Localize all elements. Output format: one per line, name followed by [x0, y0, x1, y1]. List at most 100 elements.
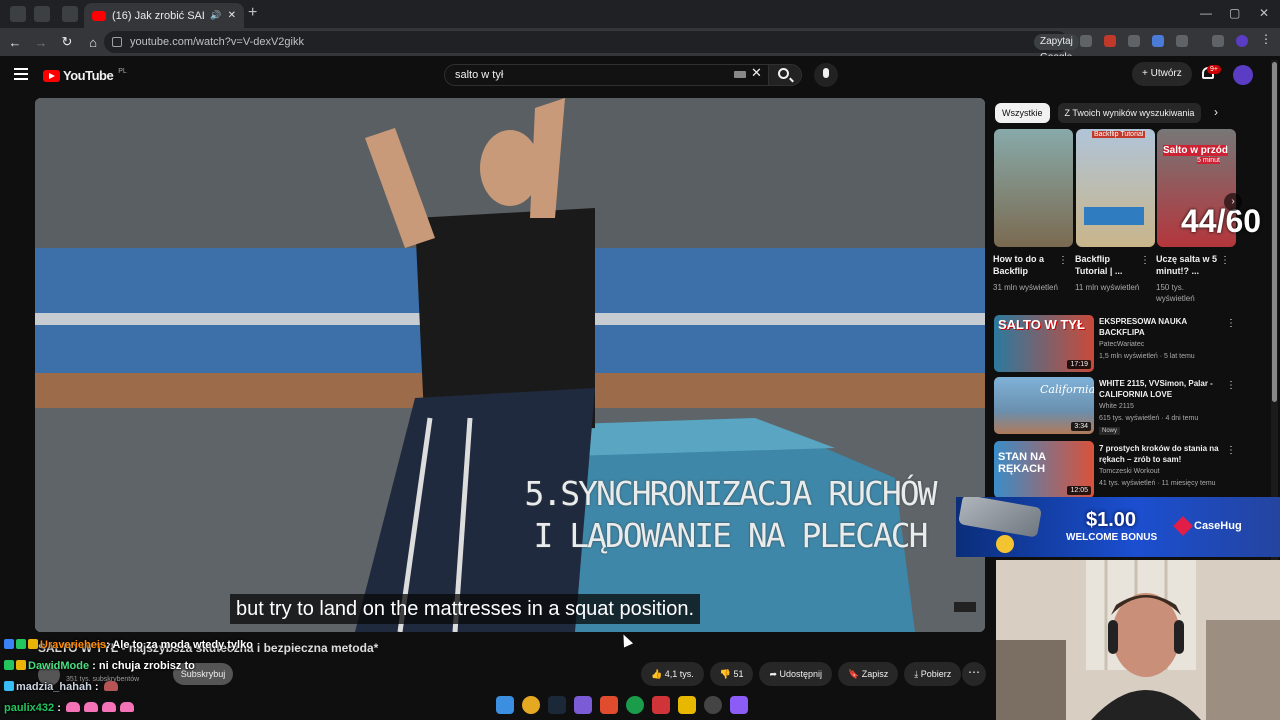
short-title[interactable]: How to do a Backflip: [993, 253, 1059, 277]
save-button[interactable]: 🔖 Zapisz: [838, 662, 899, 686]
thumbs-down-icon: 👎: [719, 669, 734, 679]
shorts-counter-overlay: 44/60: [1181, 203, 1262, 239]
video-thumbnail[interactable]: SALTO W TYŁ 17:19: [994, 315, 1094, 372]
thumb-text: SALTO W TYŁ: [998, 317, 1085, 332]
video-more-icon[interactable]: ⋮: [1226, 318, 1236, 329]
thumb-text: STAN NA RĘKACH: [998, 451, 1046, 475]
tab-icon[interactable]: [10, 6, 26, 22]
chip-all[interactable]: Wszystkie: [995, 103, 1050, 123]
chat-message: Uraverieheis: Ale to za moda wtedy tylko: [4, 639, 253, 651]
share-button[interactable]: ➦ Udostępnij: [759, 662, 833, 686]
short-more-icon[interactable]: ⋮: [1220, 255, 1230, 266]
chat-message: madzia_hahah :: [4, 681, 120, 693]
short-thumbnail[interactable]: Backflip Tutorial: [1076, 129, 1155, 247]
short-thumb-label: Salto w przód: [1163, 145, 1228, 156]
chrome-icon[interactable]: [522, 696, 540, 714]
video-title-link[interactable]: EKSPRESOWA NAUKA BACKFLIPA: [1099, 316, 1224, 338]
short-more-icon[interactable]: ⋮: [1140, 255, 1150, 266]
short-title[interactable]: Uczę salta w 5 minut!? ...: [1156, 253, 1222, 277]
extensions-puzzle-icon[interactable]: [1176, 35, 1188, 47]
scrollbar-thumb[interactable]: [1272, 62, 1277, 402]
video-player[interactable]: 5.SYNCHRONIZACJA RUCHÓW I LĄDOWANIE NA P…: [35, 98, 985, 632]
forward-button[interactable]: →: [30, 35, 52, 50]
ask-google-button[interactable]: Zapytaj Google: [1034, 34, 1079, 63]
notification-badge: 9+: [1207, 65, 1221, 74]
site-info-icon[interactable]: [112, 37, 122, 47]
steam-icon[interactable]: [548, 696, 566, 714]
video-more-icon[interactable]: ⋮: [1226, 380, 1236, 391]
channel-name[interactable]: Tomczeski Workout: [1099, 468, 1160, 475]
back-button[interactable]: ←: [4, 35, 26, 50]
youtube-logo[interactable]: YouTube PL: [43, 68, 127, 83]
url-text: youtube.com/watch?v=V-dexV2gikk: [130, 36, 304, 48]
voice-search-icon[interactable]: [814, 63, 838, 87]
video-thumbnail[interactable]: California 3:34: [994, 377, 1094, 434]
short-thumbnail[interactable]: [994, 129, 1073, 247]
streamer-webcam: [996, 560, 1280, 720]
extension-icon[interactable]: [1104, 35, 1116, 47]
xbox-icon[interactable]: [626, 696, 644, 714]
chevron-right-icon[interactable]: ›: [1214, 105, 1218, 119]
short-title[interactable]: Backflip Tutorial | ...: [1075, 253, 1141, 277]
keyboard-icon[interactable]: [734, 71, 746, 78]
settings-icon[interactable]: [704, 696, 722, 714]
like-button[interactable]: 👍 4,1 tys.: [641, 662, 704, 686]
download-button[interactable]: ⤓ Pobierz: [904, 662, 962, 686]
minimize-button[interactable]: —: [1200, 6, 1212, 20]
channel-name[interactable]: White 2115: [1099, 403, 1134, 410]
channel-watermark[interactable]: [954, 602, 976, 612]
tab-icon[interactable]: [34, 6, 50, 22]
shorts-next-icon[interactable]: ›: [1224, 193, 1242, 211]
start-icon[interactable]: [496, 696, 514, 714]
search-input[interactable]: salto w tył: [444, 64, 770, 86]
ad-text: WELCOME BONUS: [1066, 532, 1158, 543]
chip-from-search[interactable]: Z Twoich wyników wyszukiwania: [1057, 103, 1202, 123]
video-more-icon[interactable]: ⋮: [1226, 445, 1236, 456]
tab-active[interactable]: (16) Jak zrobić SALTO W TYŁ 🔊 ✕: [84, 3, 244, 28]
browser-menu-icon[interactable]: ⋮: [1260, 33, 1272, 46]
tab-icon[interactable]: [62, 6, 78, 22]
extension-icon[interactable]: [1152, 35, 1164, 47]
mouse-cursor-icon: [618, 632, 634, 648]
video-stats: 615 tys. wyświetleń · 4 dni temu: [1099, 415, 1199, 422]
reload-button[interactable]: ↻: [56, 34, 78, 50]
video-title-link[interactable]: WHITE 2115, VVSimon, Palar - CALIFORNIA …: [1099, 378, 1224, 400]
extension-icon[interactable]: [1080, 35, 1092, 47]
discord-icon[interactable]: [574, 696, 592, 714]
new-tab-button[interactable]: +: [248, 4, 257, 22]
menu-icon[interactable]: [14, 68, 28, 80]
address-bar[interactable]: youtube.com/watch?v=V-dexV2gikk Zapytaj …: [104, 31, 1079, 63]
window-close-button[interactable]: ✕: [1259, 6, 1269, 20]
youtube-logo-icon: [43, 69, 60, 82]
short-more-icon[interactable]: ⋮: [1058, 255, 1068, 266]
clear-search-icon[interactable]: ✕: [751, 65, 762, 81]
search-button[interactable]: [768, 64, 802, 86]
maximize-button[interactable]: ▢: [1229, 6, 1240, 20]
app-icon[interactable]: [652, 696, 670, 714]
share-icon: ➦: [769, 669, 780, 679]
home-button[interactable]: ⌂: [82, 35, 104, 50]
thumbs-up-icon: 👍: [651, 669, 665, 679]
app-icon[interactable]: [730, 696, 748, 714]
webcam-frame: [996, 560, 1280, 720]
video-thumbnail[interactable]: STAN NA RĘKACH 12:05: [994, 441, 1094, 498]
profile-icon[interactable]: [1236, 35, 1248, 47]
tab-close-icon[interactable]: ✕: [228, 10, 236, 21]
more-actions-button[interactable]: ⋯: [962, 662, 986, 686]
dislike-button[interactable]: 👎 51: [709, 662, 754, 686]
app-icon[interactable]: [600, 696, 618, 714]
media-icon[interactable]: [1212, 35, 1224, 47]
stream-ad-banner: $1.00 WELCOME BONUS CaseHug: [956, 497, 1280, 557]
video-title-link[interactable]: 7 prostych kroków do stania na rękach – …: [1099, 443, 1224, 465]
search-icon: [778, 68, 789, 79]
app-icon[interactable]: [678, 696, 696, 714]
video-overlay-title: 5.SYNCHRONIZACJA RUCHÓW I LĄDOWANIE NA P…: [524, 474, 938, 555]
extension-icon[interactable]: [1128, 35, 1140, 47]
create-button[interactable]: + Utwórz: [1132, 62, 1192, 86]
video-actions: 👍 4,1 tys. 👎 51 ➦ Udostępnij 🔖 Zapisz ⤓ …: [641, 662, 962, 686]
account-avatar[interactable]: [1233, 65, 1253, 85]
youtube-logo-text: YouTube: [63, 68, 114, 83]
video-duration: 3:34: [1071, 422, 1091, 431]
channel-name[interactable]: PatecWariatec: [1099, 341, 1144, 348]
speaker-icon[interactable]: 🔊: [210, 10, 221, 21]
